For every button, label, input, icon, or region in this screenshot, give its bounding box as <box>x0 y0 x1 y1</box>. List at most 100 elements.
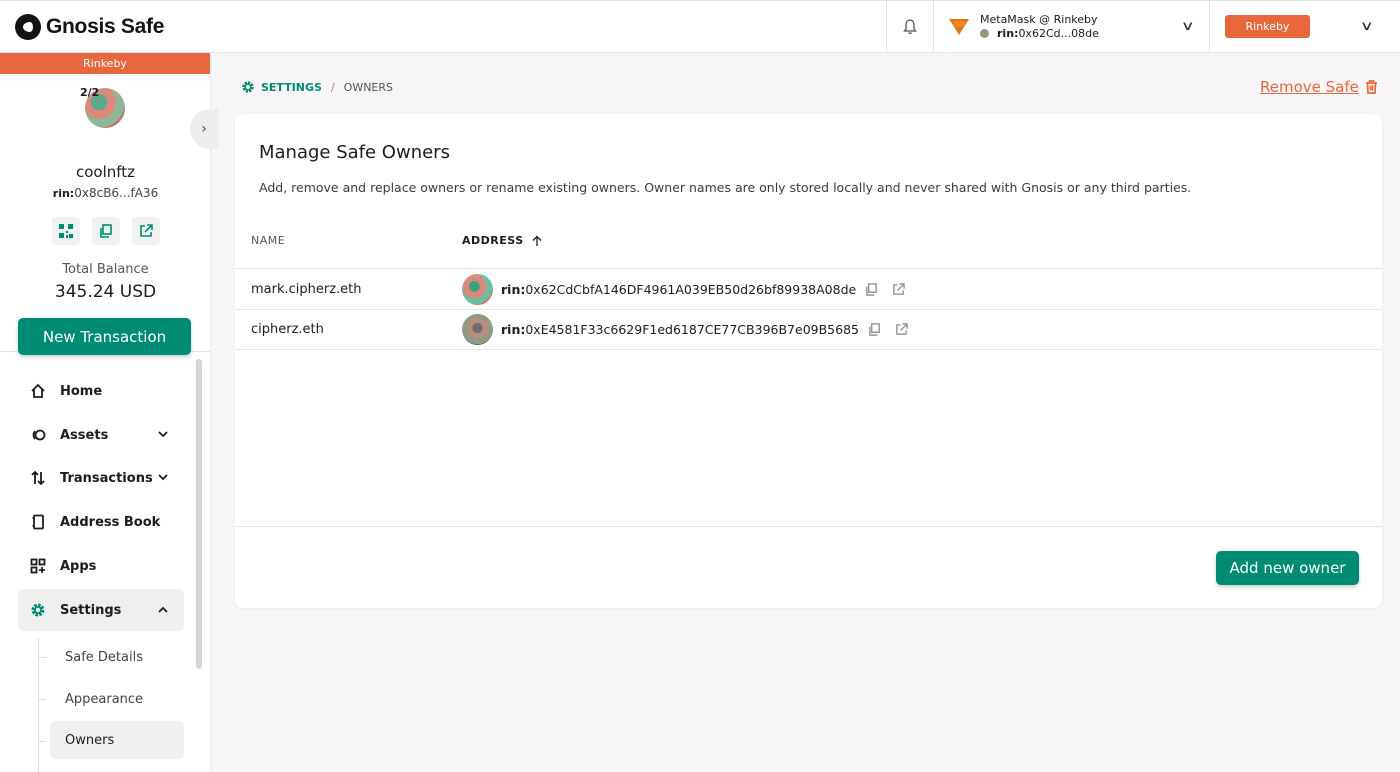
safe-summary: 2/2 › coolnftz rin:0x8cB6...fA36 Total B… <box>0 74 218 355</box>
breadcrumb-owners: OWNERS <box>343 80 394 94</box>
home-icon <box>30 383 46 399</box>
apps-icon <box>30 558 46 574</box>
wallet-address-text: 0x62Cd...08de <box>1018 26 1099 40</box>
safe-name: coolnftz <box>75 163 136 181</box>
settings-icon <box>242 81 254 93</box>
external-link-icon <box>893 282 905 295</box>
gnosis-logo-icon <box>15 13 41 40</box>
breadcrumb-settings[interactable]: SETTINGS <box>241 80 322 94</box>
sidebar-item-transactions[interactable]: Transactions <box>18 457 184 499</box>
card-title: Manage Safe Owners <box>259 142 450 163</box>
chevron-down-icon: ∨ <box>1181 19 1196 34</box>
open-explorer-button[interactable] <box>895 323 908 336</box>
owners-card: Manage Safe Owners Add, remove and repla… <box>235 114 1382 608</box>
chevron-up-icon <box>158 605 168 616</box>
sidebar-nav: Home Assets Transactions Address Book Ap… <box>0 353 211 772</box>
owner-address-prefix: rin: <box>501 322 526 337</box>
settings-icon <box>30 602 46 618</box>
notifications-button[interactable] <box>886 1 933 52</box>
chevron-down-icon: ∨ <box>1360 19 1375 34</box>
wallet-address: rin: 0x62Cd...08de <box>980 27 1099 41</box>
sidebar-item-label: Assets <box>60 427 109 443</box>
sort-ascending-icon <box>532 235 542 246</box>
sub-nav-dash <box>38 657 46 658</box>
sub-nav-dash <box>38 699 46 700</box>
copy-icon <box>869 323 880 336</box>
sidebar-item-label: Address Book <box>60 514 161 530</box>
column-header-name[interactable]: NAME <box>251 234 285 247</box>
owner-identicon <box>462 314 493 345</box>
remove-safe-label: Remove Safe <box>1260 78 1359 96</box>
copy-address-button[interactable] <box>92 217 120 245</box>
column-header-address-label: ADDRESS <box>462 234 524 247</box>
top-header: Gnosis Safe MetaMask @ Rinkeby rin: 0x62C… <box>0 0 1400 53</box>
open-explorer-button[interactable] <box>132 217 160 245</box>
sidebar-subitem-safe-details[interactable]: Safe Details <box>50 638 184 676</box>
network-selector[interactable]: Rinkeby ∨ <box>1209 1 1400 52</box>
external-link-icon <box>896 323 908 335</box>
copy-icon <box>100 224 112 238</box>
owner-address-prefix: rin: <box>501 281 526 297</box>
owner-identicon <box>462 273 493 305</box>
safe-address-text: 0x8cB6...fA36 <box>74 186 159 200</box>
chevron-down-icon <box>158 430 168 441</box>
wallet-prefix: rin: <box>997 26 1019 40</box>
copy-address-button[interactable] <box>865 282 878 296</box>
app-name: Gnosis Safe <box>46 14 165 38</box>
card-divider <box>235 526 1382 527</box>
owner-address: 0x62CdCbfA146DF4961A039EB50d26bf89938A08… <box>525 281 857 297</box>
sidebar-item-apps[interactable]: Apps <box>18 545 184 587</box>
breadcrumb: SETTINGS / OWNERS <box>241 80 393 94</box>
network-bar: Rinkeby <box>0 53 210 74</box>
owner-name: mark.cipherz.eth <box>251 281 362 297</box>
remove-safe-link[interactable]: Remove Safe <box>1260 78 1378 96</box>
external-link-icon <box>140 224 153 237</box>
sidebar-scrollbar[interactable] <box>196 359 202 669</box>
sub-nav-dash <box>38 741 46 742</box>
sidebar-item-label: Home <box>60 383 103 399</box>
owner-name: cipherz.eth <box>251 322 324 337</box>
sidebar: Rinkeby 2/2 › coolnftz rin:0x8cB6...fA36… <box>0 53 218 772</box>
network-badge: Rinkeby <box>1225 15 1310 38</box>
sidebar-subitem-owners[interactable]: Owners <box>50 721 184 759</box>
safe-address: rin:0x8cB6...fA36 <box>0 186 211 200</box>
owner-address: 0xE4581F33c6629F1ed6187CE77CB396B7e09B56… <box>525 322 859 337</box>
copy-icon <box>866 282 877 296</box>
breadcrumb-settings-label: SETTINGS <box>261 80 322 94</box>
copy-address-button[interactable] <box>868 323 881 336</box>
sidebar-item-label: Apps <box>60 558 97 574</box>
open-explorer-button[interactable] <box>892 282 905 296</box>
add-new-owner-button[interactable]: Add new owner <box>1216 551 1359 585</box>
total-balance-value: 345.24 USD <box>54 282 157 302</box>
wallet-selector[interactable]: MetaMask @ Rinkeby rin: 0x62Cd...08de ∨ <box>933 1 1209 52</box>
sidebar-item-address-book[interactable]: Address Book <box>18 501 184 543</box>
sidebar-item-settings[interactable]: Settings <box>18 589 184 631</box>
safe-prefix: rin: <box>52 187 75 200</box>
qr-code-button[interactable] <box>52 217 80 245</box>
transactions-icon <box>30 470 46 486</box>
trash-icon <box>1365 80 1377 94</box>
owner-row: cipherz.eth rin: 0xE4581F33c6629F1ed6187C… <box>235 309 1382 350</box>
sub-nav-line <box>38 638 39 772</box>
sidebar-item-label: Transactions <box>60 470 153 486</box>
breadcrumb-separator: / <box>330 80 335 94</box>
threshold-badge: 2/2 <box>80 86 100 99</box>
new-transaction-button[interactable]: New Transaction <box>18 318 191 355</box>
sidebar-item-label: Settings <box>60 602 122 618</box>
app-logo[interactable]: Gnosis Safe <box>15 1 164 52</box>
owner-row: mark.cipherz.eth rin: 0x62CdCbfA146DF4961… <box>235 268 1382 309</box>
sidebar-item-assets[interactable]: Assets <box>18 414 184 456</box>
sidebar-subitem-appearance[interactable]: Appearance <box>50 680 184 718</box>
expand-safe-list-button[interactable]: › <box>190 109 218 149</box>
column-header-address[interactable]: ADDRESS <box>462 234 543 247</box>
assets-icon <box>30 427 46 443</box>
wallet-name: MetaMask @ Rinkeby <box>980 12 1098 26</box>
bell-icon <box>903 18 917 34</box>
chevron-right-icon: › <box>201 121 207 137</box>
card-description: Add, remove and replace owners or rename… <box>259 180 1192 195</box>
metamask-icon <box>948 16 970 38</box>
wallet-identicon <box>980 29 989 38</box>
total-balance-label: Total Balance <box>62 262 149 277</box>
sidebar-item-home[interactable]: Home <box>18 370 184 412</box>
chevron-down-icon <box>158 473 168 484</box>
